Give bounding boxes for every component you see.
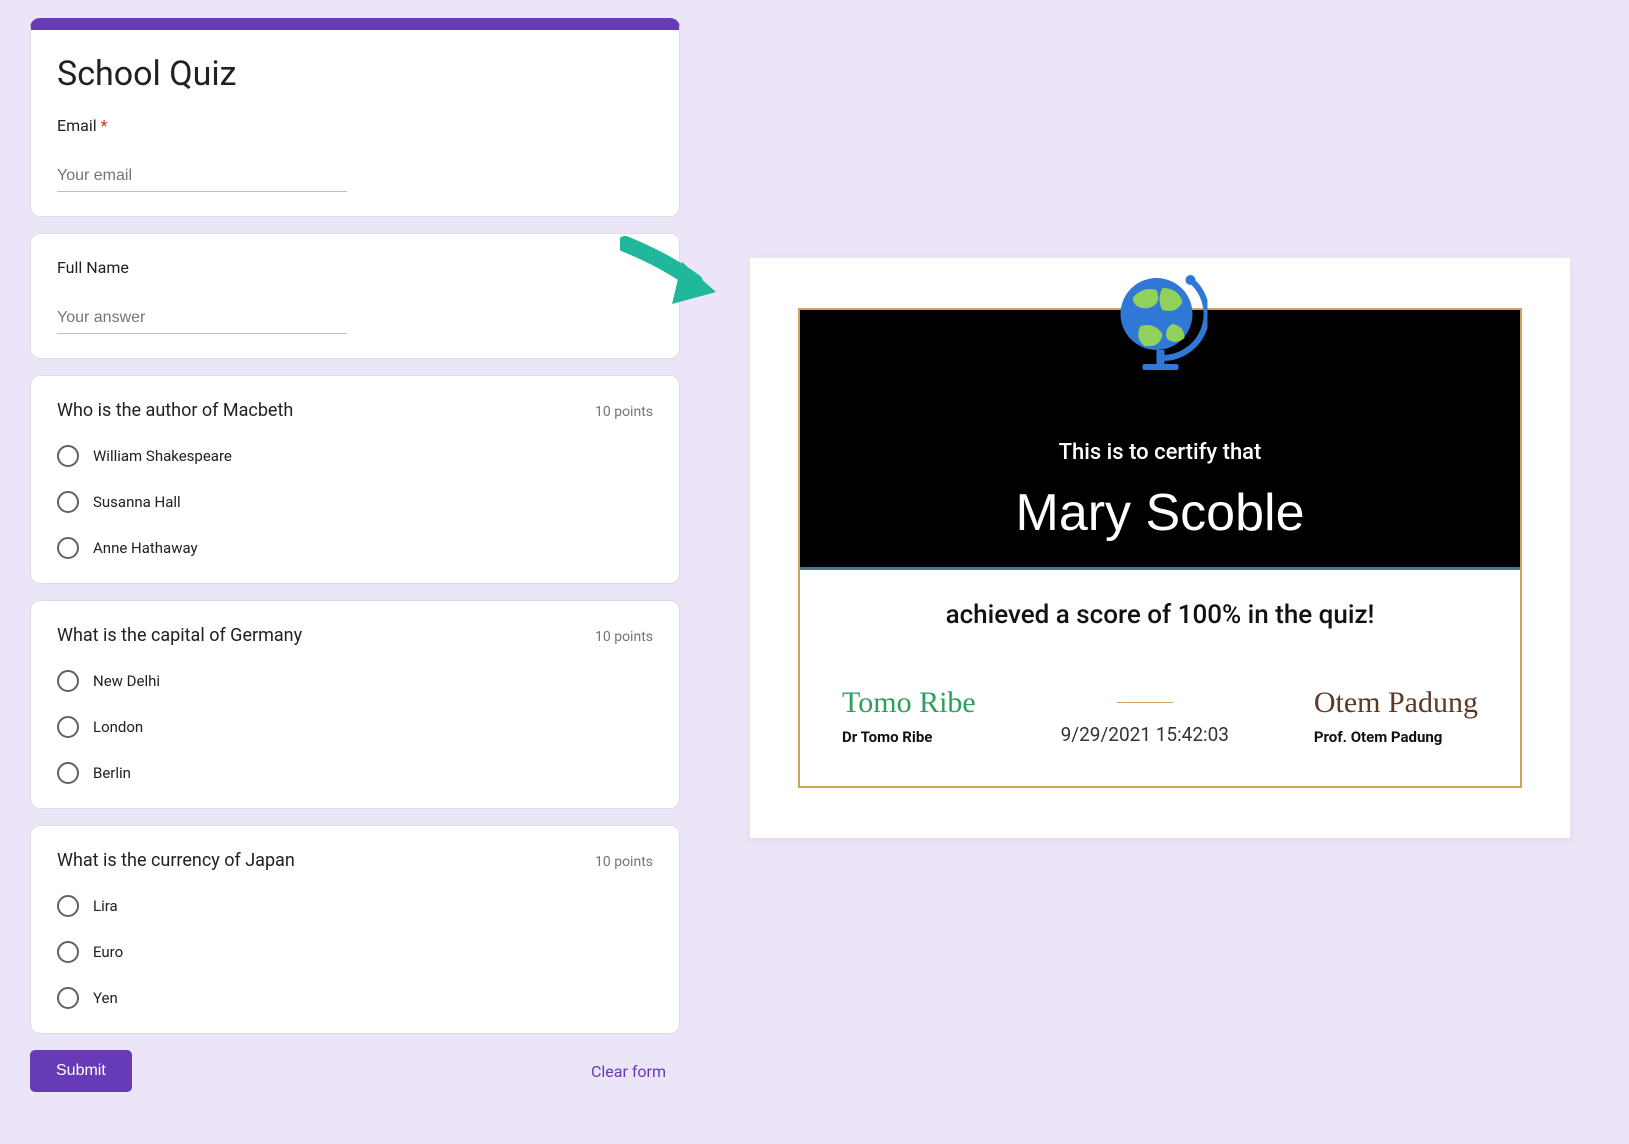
option-label: New Delhi xyxy=(93,672,160,690)
signer-2-signature: Otem Padung xyxy=(1314,686,1478,720)
clear-form-link[interactable]: Clear form xyxy=(591,1062,680,1081)
option-label: William Shakespeare xyxy=(93,447,232,465)
radio-icon xyxy=(57,537,79,559)
radio-option[interactable]: Euro xyxy=(57,935,653,981)
achievement-text: achieved a score of 100% in the quiz! xyxy=(842,600,1478,630)
certificate: This is to certify that Mary Scoble achi… xyxy=(798,308,1522,788)
email-label-text: Email xyxy=(57,116,97,135)
radio-option[interactable]: Yen xyxy=(57,981,653,1009)
signature-row: Tomo Ribe Dr Tomo Ribe 9/29/2021 15:42:0… xyxy=(842,686,1478,746)
signer-1-signature: Tomo Ribe xyxy=(842,686,976,720)
radio-option[interactable]: William Shakespeare xyxy=(57,439,653,485)
certificate-date: 9/29/2021 15:42:03 xyxy=(1061,723,1229,746)
option-label: Berlin xyxy=(93,764,131,782)
signer-1-name: Dr Tomo Ribe xyxy=(842,728,976,746)
form-header-card: School Quiz Email * xyxy=(30,18,680,217)
question-title: Who is the author of Macbeth xyxy=(57,400,293,421)
quiz-form: School Quiz Email * Full Name Who is the… xyxy=(30,18,680,1092)
fullname-label: Full Name xyxy=(57,258,653,277)
certificate-subheading: This is to certify that xyxy=(1059,440,1262,465)
signer-1: Tomo Ribe Dr Tomo Ribe xyxy=(842,686,976,746)
radio-icon xyxy=(57,670,79,692)
radio-icon xyxy=(57,491,79,513)
radio-option[interactable]: Lira xyxy=(57,889,653,935)
radio-icon xyxy=(57,716,79,738)
fullname-input[interactable] xyxy=(57,283,347,334)
radio-option[interactable]: Berlin xyxy=(57,756,653,784)
option-label: Euro xyxy=(93,943,123,961)
option-label: Anne Hathaway xyxy=(93,539,198,557)
email-input[interactable] xyxy=(57,141,347,192)
option-label: London xyxy=(93,718,143,736)
email-label: Email * xyxy=(57,116,653,135)
question-points: 10 points xyxy=(595,854,653,870)
date-underline xyxy=(1117,702,1173,703)
radio-option[interactable]: New Delhi xyxy=(57,664,653,710)
option-label: Susanna Hall xyxy=(93,493,181,511)
question-points: 10 points xyxy=(595,404,653,420)
fullname-card: Full Name xyxy=(30,233,680,359)
radio-icon xyxy=(57,987,79,1009)
radio-icon xyxy=(57,445,79,467)
submit-button[interactable]: Submit xyxy=(30,1050,132,1092)
signer-2: Otem Padung Prof. Otem Padung xyxy=(1314,686,1478,746)
recipient-name: Mary Scoble xyxy=(1016,483,1305,543)
required-mark: * xyxy=(101,116,108,135)
certificate-header: This is to certify that Mary Scoble xyxy=(800,310,1520,570)
radio-option[interactable]: London xyxy=(57,710,653,756)
question-title: What is the currency of Japan xyxy=(57,850,295,871)
form-footer: Submit Clear form xyxy=(30,1050,680,1092)
globe-icon xyxy=(1113,268,1208,378)
date-column: 9/29/2021 15:42:03 xyxy=(1061,702,1229,746)
arrow-icon xyxy=(620,232,730,322)
option-label: Yen xyxy=(93,989,118,1007)
question-card-2: What is the capital of Germany 10 points… xyxy=(30,600,680,809)
form-title: School Quiz xyxy=(57,54,653,94)
certificate-body: achieved a score of 100% in the quiz! To… xyxy=(800,570,1520,786)
question-points: 10 points xyxy=(595,629,653,645)
radio-icon xyxy=(57,941,79,963)
question-card-3: What is the currency of Japan 10 points … xyxy=(30,825,680,1034)
radio-option[interactable]: Anne Hathaway xyxy=(57,531,653,559)
question-card-1: Who is the author of Macbeth 10 points W… xyxy=(30,375,680,584)
question-title: What is the capital of Germany xyxy=(57,625,302,646)
signer-2-name: Prof. Otem Padung xyxy=(1314,728,1478,746)
radio-icon xyxy=(57,895,79,917)
option-label: Lira xyxy=(93,897,118,915)
certificate-preview: This is to certify that Mary Scoble achi… xyxy=(750,258,1570,838)
radio-icon xyxy=(57,762,79,784)
radio-option[interactable]: Susanna Hall xyxy=(57,485,653,531)
